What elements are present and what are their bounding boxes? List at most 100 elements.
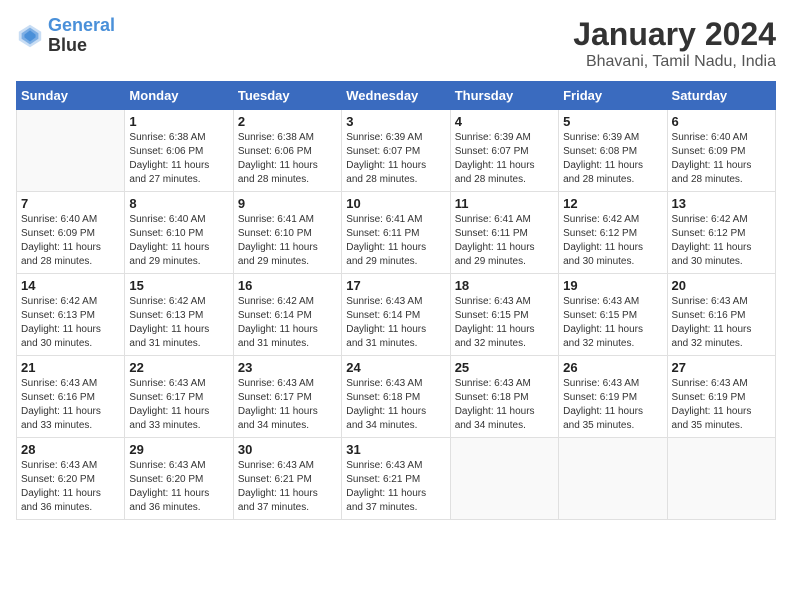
- day-info: Sunrise: 6:42 AM Sunset: 6:13 PM Dayligh…: [129, 295, 228, 351]
- table-row: 27Sunrise: 6:43 AM Sunset: 6:19 PM Dayli…: [667, 356, 775, 438]
- day-info: Sunrise: 6:43 AM Sunset: 6:20 PM Dayligh…: [21, 459, 120, 515]
- day-number: 26: [563, 360, 662, 375]
- day-info: Sunrise: 6:42 AM Sunset: 6:12 PM Dayligh…: [563, 213, 662, 269]
- table-row: 14 Sunrise: 6:42 AM Sunset: 6:13 PM Dayli…: [17, 274, 125, 356]
- day-number: 25: [455, 360, 554, 375]
- day-info: Sunrise: 6:39 AM Sunset: 6:07 PM Dayligh…: [346, 131, 445, 187]
- day-number: 16: [238, 278, 337, 293]
- table-row: 3 Sunrise: 6:39 AM Sunset: 6:07 PM Daylig…: [342, 110, 450, 192]
- table-row: 23 Sunrise: 6:43 AM Sunset: 6:17 PM Dayli…: [233, 356, 341, 438]
- day-number: 9: [238, 196, 337, 211]
- header-friday: Friday: [559, 82, 667, 110]
- table-row: 12 Sunrise: 6:42 AM Sunset: 6:12 PM Dayli…: [559, 192, 667, 274]
- table-row: 13 Sunrise: 6:42 AM Sunset: 6:12 PM Dayli…: [667, 192, 775, 274]
- day-number: 18: [455, 278, 554, 293]
- day-number: 31: [346, 442, 445, 457]
- table-row: 1Sunrise: 6:38 AM Sunset: 6:06 PM Daylig…: [125, 110, 233, 192]
- day-number: 17: [346, 278, 445, 293]
- day-number: 10: [346, 196, 445, 211]
- day-info: Sunrise: 6:41 AM Sunset: 6:11 PM Dayligh…: [346, 213, 445, 269]
- day-number: 21: [21, 360, 120, 375]
- table-row: 2 Sunrise: 6:38 AM Sunset: 6:06 PM Daylig…: [233, 110, 341, 192]
- day-number: 20: [672, 278, 771, 293]
- day-info: Sunrise: 6:38 AM Sunset: 6:06 PM Dayligh…: [129, 131, 228, 187]
- header-sunday: Sunday: [17, 82, 125, 110]
- day-number: 11: [455, 196, 554, 211]
- table-row: 31 Sunrise: 6:43 AM Sunset: 6:21 PM Dayli…: [342, 438, 450, 520]
- day-number: 5: [563, 114, 662, 129]
- header-wednesday: Wednesday: [342, 82, 450, 110]
- day-number: 24: [346, 360, 445, 375]
- day-info: Sunrise: 6:39 AM Sunset: 6:08 PM Dayligh…: [563, 131, 662, 187]
- day-number: 29: [129, 442, 228, 457]
- day-info: Sunrise: 6:43 AM Sunset: 6:18 PM Dayligh…: [455, 377, 554, 433]
- table-row: 22Sunrise: 6:43 AM Sunset: 6:17 PM Dayli…: [125, 356, 233, 438]
- header-tuesday: Tuesday: [233, 82, 341, 110]
- day-number: 30: [238, 442, 337, 457]
- table-row: [17, 110, 125, 192]
- table-row: [667, 438, 775, 520]
- day-info: Sunrise: 6:43 AM Sunset: 6:17 PM Dayligh…: [129, 377, 228, 433]
- logo-icon: [16, 22, 44, 50]
- day-number: 28: [21, 442, 120, 457]
- day-info: Sunrise: 6:43 AM Sunset: 6:16 PM Dayligh…: [672, 295, 771, 351]
- logo-blue: Blue: [48, 35, 87, 55]
- day-number: 19: [563, 278, 662, 293]
- day-info: Sunrise: 6:43 AM Sunset: 6:18 PM Dayligh…: [346, 377, 445, 433]
- day-info: Sunrise: 6:43 AM Sunset: 6:17 PM Dayligh…: [238, 377, 337, 433]
- page-title: January 2024: [573, 16, 776, 53]
- table-row: 4Sunrise: 6:39 AM Sunset: 6:07 PM Daylig…: [450, 110, 558, 192]
- calendar-table: Sunday Monday Tuesday Wednesday Thursday…: [16, 81, 776, 520]
- day-number: 2: [238, 114, 337, 129]
- table-row: 19 Sunrise: 6:43 AM Sunset: 6:15 PM Dayli…: [559, 274, 667, 356]
- day-number: 14: [21, 278, 120, 293]
- day-number: 13: [672, 196, 771, 211]
- day-info: Sunrise: 6:42 AM Sunset: 6:12 PM Dayligh…: [672, 213, 771, 269]
- day-number: 12: [563, 196, 662, 211]
- day-info: Sunrise: 6:40 AM Sunset: 6:09 PM Dayligh…: [672, 131, 771, 187]
- day-info: Sunrise: 6:43 AM Sunset: 6:15 PM Dayligh…: [563, 295, 662, 351]
- table-row: 8 Sunrise: 6:40 AM Sunset: 6:10 PM Daylig…: [125, 192, 233, 274]
- day-info: Sunrise: 6:42 AM Sunset: 6:13 PM Dayligh…: [21, 295, 120, 351]
- table-row: 15 Sunrise: 6:42 AM Sunset: 6:13 PM Dayli…: [125, 274, 233, 356]
- calendar-week-row: 14 Sunrise: 6:42 AM Sunset: 6:13 PM Dayli…: [17, 274, 776, 356]
- day-info: Sunrise: 6:42 AM Sunset: 6:14 PM Dayligh…: [238, 295, 337, 351]
- table-row: 9Sunrise: 6:41 AM Sunset: 6:10 PM Daylig…: [233, 192, 341, 274]
- title-block: January 2024 Bhavani, Tamil Nadu, India: [573, 16, 776, 71]
- table-row: 6Sunrise: 6:40 AM Sunset: 6:09 PM Daylig…: [667, 110, 775, 192]
- table-row: 10 Sunrise: 6:41 AM Sunset: 6:11 PM Dayli…: [342, 192, 450, 274]
- table-row: 17 Sunrise: 6:43 AM Sunset: 6:14 PM Dayli…: [342, 274, 450, 356]
- table-row: 24 Sunrise: 6:43 AM Sunset: 6:18 PM Dayli…: [342, 356, 450, 438]
- day-info: Sunrise: 6:43 AM Sunset: 6:20 PM Dayligh…: [129, 459, 228, 515]
- day-info: Sunrise: 6:43 AM Sunset: 6:15 PM Dayligh…: [455, 295, 554, 351]
- table-row: 7 Sunrise: 6:40 AM Sunset: 6:09 PM Daylig…: [17, 192, 125, 274]
- day-info: Sunrise: 6:43 AM Sunset: 6:21 PM Dayligh…: [238, 459, 337, 515]
- table-row: 28 Sunrise: 6:43 AM Sunset: 6:20 PM Dayli…: [17, 438, 125, 520]
- day-info: Sunrise: 6:38 AM Sunset: 6:06 PM Dayligh…: [238, 131, 337, 187]
- table-row: 26 Sunrise: 6:43 AM Sunset: 6:19 PM Dayli…: [559, 356, 667, 438]
- table-row: 25 Sunrise: 6:43 AM Sunset: 6:18 PM Dayli…: [450, 356, 558, 438]
- day-info: Sunrise: 6:43 AM Sunset: 6:19 PM Dayligh…: [563, 377, 662, 433]
- day-number: 8: [129, 196, 228, 211]
- table-row: 21Sunrise: 6:43 AM Sunset: 6:16 PM Dayli…: [17, 356, 125, 438]
- day-number: 3: [346, 114, 445, 129]
- table-row: 29 Sunrise: 6:43 AM Sunset: 6:20 PM Dayli…: [125, 438, 233, 520]
- day-info: Sunrise: 6:41 AM Sunset: 6:11 PM Dayligh…: [455, 213, 554, 269]
- day-info: Sunrise: 6:40 AM Sunset: 6:09 PM Dayligh…: [21, 213, 120, 269]
- day-info: Sunrise: 6:43 AM Sunset: 6:19 PM Dayligh…: [672, 377, 771, 433]
- table-row: 11 Sunrise: 6:41 AM Sunset: 6:11 PM Dayli…: [450, 192, 558, 274]
- day-info: Sunrise: 6:40 AM Sunset: 6:10 PM Dayligh…: [129, 213, 228, 269]
- day-info: Sunrise: 6:39 AM Sunset: 6:07 PM Dayligh…: [455, 131, 554, 187]
- day-info: Sunrise: 6:43 AM Sunset: 6:14 PM Dayligh…: [346, 295, 445, 351]
- day-info: Sunrise: 6:43 AM Sunset: 6:21 PM Dayligh…: [346, 459, 445, 515]
- logo: General Blue: [16, 16, 115, 56]
- page-subtitle: Bhavani, Tamil Nadu, India: [573, 53, 776, 71]
- header-saturday: Saturday: [667, 82, 775, 110]
- day-number: 15: [129, 278, 228, 293]
- calendar-week-row: 1Sunrise: 6:38 AM Sunset: 6:06 PM Daylig…: [17, 110, 776, 192]
- logo-text: General Blue: [48, 16, 115, 56]
- table-row: 5 Sunrise: 6:39 AM Sunset: 6:08 PM Daylig…: [559, 110, 667, 192]
- day-number: 7: [21, 196, 120, 211]
- calendar-week-row: 7 Sunrise: 6:40 AM Sunset: 6:09 PM Daylig…: [17, 192, 776, 274]
- day-number: 23: [238, 360, 337, 375]
